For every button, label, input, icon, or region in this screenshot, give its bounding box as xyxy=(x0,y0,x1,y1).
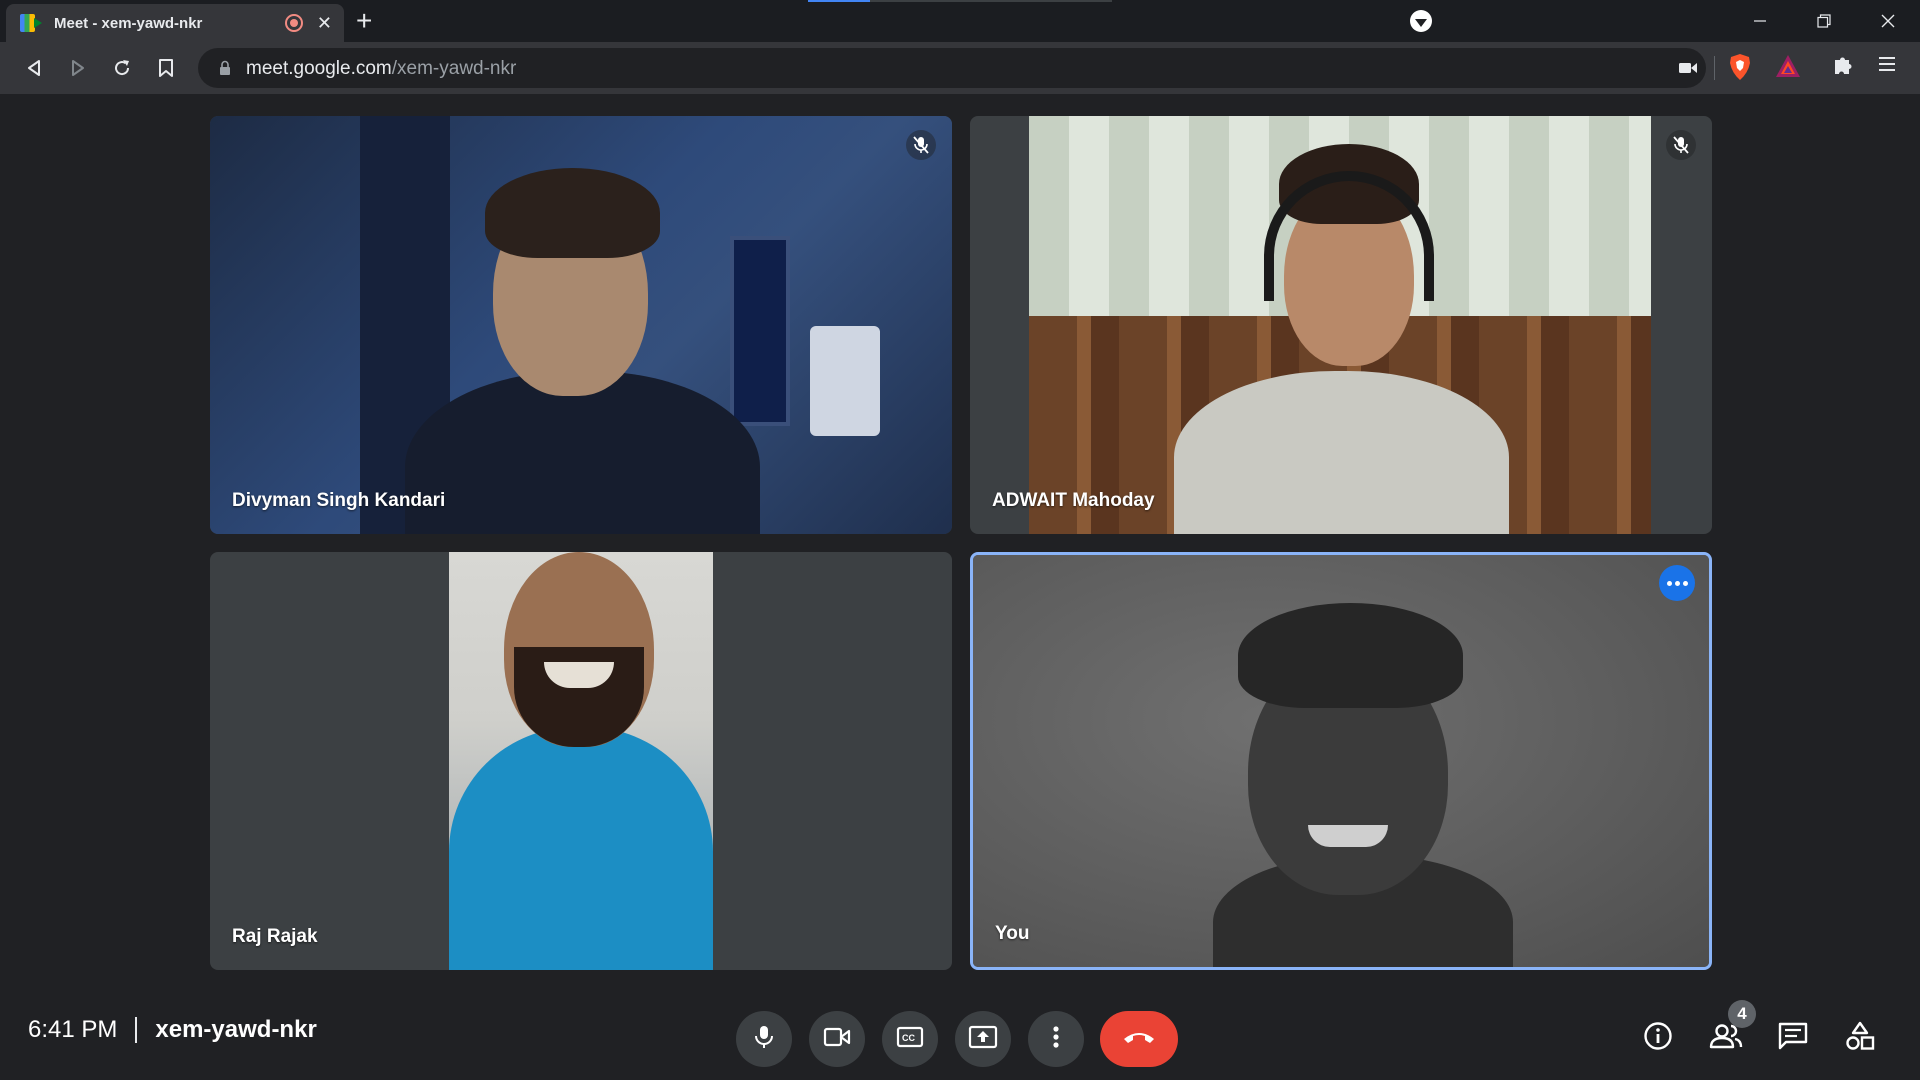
self-tile[interactable]: You xyxy=(970,552,1712,970)
camera-icon xyxy=(823,1027,851,1052)
recording-indicator-icon xyxy=(284,14,303,32)
participant-tile-3[interactable]: Raj Rajak xyxy=(210,552,952,970)
activities-button[interactable] xyxy=(1842,1020,1878,1056)
chat-icon xyxy=(1778,1022,1808,1055)
bookmark-button[interactable] xyxy=(150,52,182,84)
meeting-info-button[interactable] xyxy=(1640,1020,1676,1056)
meeting-code: xem-yawd-nkr xyxy=(155,1016,317,1043)
activities-icon xyxy=(1845,1021,1875,1056)
tab-strip: Meet - xem-yawd-nkr ✕ + xyxy=(0,0,1920,42)
captions-button[interactable]: CC xyxy=(882,1011,938,1067)
self-video xyxy=(973,555,1709,967)
present-button[interactable] xyxy=(955,1011,1011,1067)
hang-up-icon xyxy=(1122,1029,1156,1050)
clock-time: 6:41 PM xyxy=(28,1016,118,1043)
toolbar-separator xyxy=(1714,56,1715,80)
more-options-dots-icon[interactable] xyxy=(1659,565,1695,601)
restore-button[interactable] xyxy=(1792,0,1856,42)
info-icon xyxy=(1643,1021,1673,1056)
participant-name: Divyman Singh Kandari xyxy=(232,490,446,511)
more-options-icon xyxy=(1052,1025,1060,1054)
lock-icon xyxy=(218,60,232,81)
leave-call-button[interactable] xyxy=(1100,1011,1178,1067)
present-icon xyxy=(968,1025,998,1054)
minimize-button[interactable] xyxy=(1728,0,1792,42)
tab-close-icon[interactable]: ✕ xyxy=(317,14,332,32)
meeting-controls-bar: 6:41 PM xem-yawd-nkr CC 4 xyxy=(0,986,1920,1080)
url-text: meet.google.com/xem-yawd-nkr xyxy=(246,58,517,79)
address-bar[interactable]: meet.google.com/xem-yawd-nkr xyxy=(198,48,1706,88)
meet-stage: Divyman Singh Kandari ADWAIT Mahoday Raj… xyxy=(0,94,1920,986)
participant-name: Raj Rajak xyxy=(232,926,318,947)
chat-button[interactable] xyxy=(1775,1020,1811,1056)
brave-shields-icon[interactable] xyxy=(1728,53,1752,86)
muted-mic-icon xyxy=(1666,130,1696,160)
more-options-button[interactable] xyxy=(1028,1011,1084,1067)
camera-in-use-icon[interactable] xyxy=(1678,61,1698,80)
participant-name: You xyxy=(995,923,1030,944)
profile-dropdown-icon[interactable] xyxy=(1410,10,1432,32)
browser-menu-icon[interactable] xyxy=(1878,54,1896,79)
browser-toolbar: meet.google.com/xem-yawd-nkr xyxy=(0,42,1920,94)
meeting-details: 6:41 PM xem-yawd-nkr xyxy=(28,1016,317,1044)
camera-button[interactable] xyxy=(809,1011,865,1067)
participant-tile-2[interactable]: ADWAIT Mahoday xyxy=(970,116,1712,534)
close-window-button[interactable] xyxy=(1856,0,1920,42)
reload-button[interactable] xyxy=(106,52,138,84)
mic-button[interactable] xyxy=(736,1011,792,1067)
forward-button[interactable] xyxy=(62,52,94,84)
loading-indicator xyxy=(808,0,1112,2)
meet-favicon-icon xyxy=(20,14,42,32)
details-divider xyxy=(135,1017,138,1043)
mic-icon xyxy=(753,1024,775,1055)
participant-name: ADWAIT Mahoday xyxy=(992,490,1155,511)
participant-video-2 xyxy=(1029,116,1651,534)
participant-tile-1[interactable]: Divyman Singh Kandari xyxy=(210,116,952,534)
captions-icon: CC xyxy=(896,1026,924,1053)
extensions-puzzle-icon[interactable] xyxy=(1832,54,1854,81)
participant-video-3 xyxy=(449,552,713,970)
svg-text:CC: CC xyxy=(902,1033,915,1043)
participant-video-1 xyxy=(210,116,952,534)
participant-count-badge: 4 xyxy=(1728,1000,1756,1028)
brave-rewards-icon[interactable] xyxy=(1775,54,1801,83)
muted-mic-icon xyxy=(906,130,936,160)
browser-tab[interactable]: Meet - xem-yawd-nkr ✕ xyxy=(6,4,344,42)
back-button[interactable] xyxy=(18,52,50,84)
tab-title: Meet - xem-yawd-nkr xyxy=(54,14,203,32)
new-tab-button[interactable]: + xyxy=(356,6,372,36)
